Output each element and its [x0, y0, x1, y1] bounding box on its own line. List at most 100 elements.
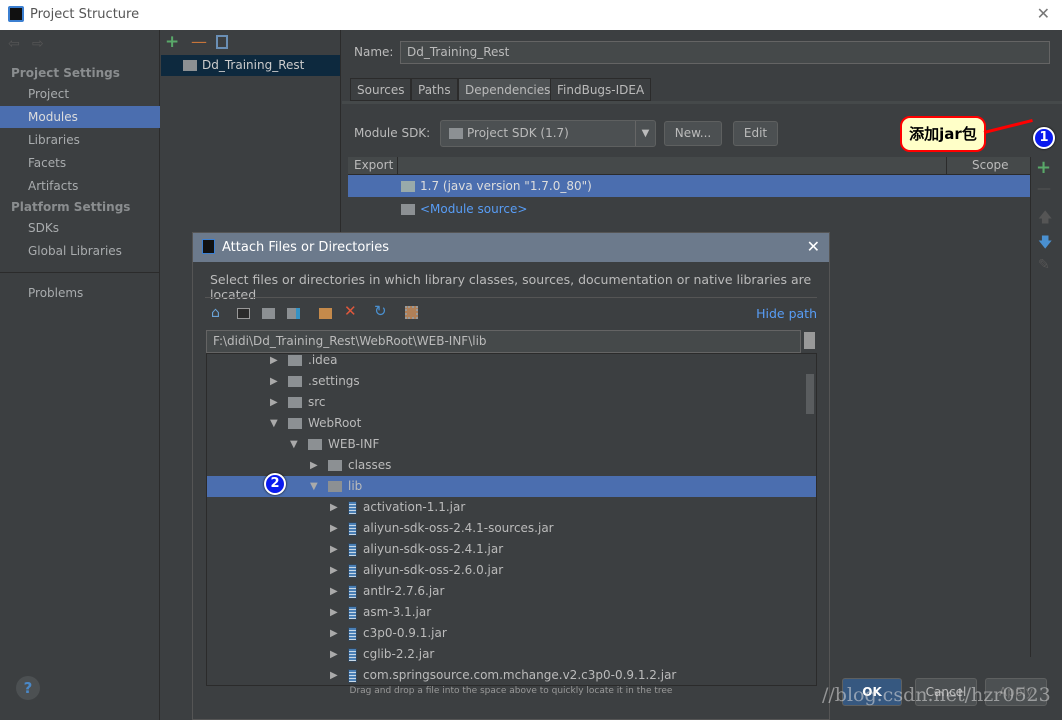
tab-divider	[342, 101, 1062, 104]
add-dependency-icon[interactable]: +	[1036, 157, 1051, 178]
expand-arrow-right-icon[interactable]: ▶	[330, 560, 338, 581]
back-arrow-icon[interactable]: ⇦	[8, 36, 20, 52]
sidebar-item-artifacts[interactable]: Artifacts	[28, 179, 78, 193]
section-project-settings: Project Settings	[11, 66, 120, 80]
folder-icon	[328, 460, 342, 471]
tab-findbugs-idea[interactable]: FindBugs-IDEA	[550, 78, 652, 101]
tree-node-label: com.springsource.com.mchange.v2.c3p0-0.9…	[363, 668, 677, 682]
sidebar-item-sdks[interactable]: SDKs	[28, 221, 59, 235]
module-folder-icon[interactable]	[287, 308, 300, 319]
edit-sdk-button[interactable]: Edit	[733, 121, 778, 146]
expand-arrow-right-icon[interactable]: ▶	[270, 371, 278, 392]
path-input[interactable]: F:\didi\Dd_Training_Rest\WebRoot\WEB-INF…	[206, 330, 801, 353]
expand-arrow-right-icon[interactable]: ▶	[330, 602, 338, 623]
expand-arrow-down-icon[interactable]: ▼	[270, 413, 278, 434]
dialog-close-button[interactable]: ✕	[807, 237, 820, 256]
close-window-button[interactable]: ✕	[1037, 4, 1050, 23]
module-name: Dd_Training_Rest	[202, 58, 305, 72]
section-platform-settings: Platform Settings	[11, 200, 131, 214]
expand-arrow-right-icon[interactable]: ▶	[330, 665, 338, 685]
tab-dependencies[interactable]: Dependencies	[458, 78, 558, 101]
remove-dependency-icon[interactable]: —	[1037, 181, 1051, 197]
jar-icon	[348, 606, 357, 620]
tree-node-label: WebRoot	[308, 416, 362, 430]
drag-drop-hint: Drag and drop a file into the space abov…	[349, 686, 673, 696]
expand-arrow-right-icon[interactable]: ▶	[330, 518, 338, 539]
tree-node[interactable]: ▶ aliyun-sdk-oss-2.6.0.jar	[207, 560, 816, 581]
delete-icon[interactable]: ✕	[344, 302, 357, 320]
edit-pencil-icon[interactable]: ✎	[1038, 257, 1050, 273]
expand-arrow-right-icon[interactable]: ▶	[330, 623, 338, 644]
desktop-icon[interactable]	[237, 308, 250, 319]
module-item[interactable]: Dd_Training_Rest	[161, 55, 340, 76]
sidebar-item-modules[interactable]: Modules	[0, 106, 160, 128]
tree-node[interactable]: ▶ activation-1.1.jar	[207, 497, 816, 518]
col-scope[interactable]: Scope	[972, 158, 1009, 172]
expand-arrow-down-icon[interactable]: ▼	[310, 476, 318, 497]
expand-arrow-right-icon[interactable]: ▶	[330, 581, 338, 602]
copy-icon[interactable]	[216, 35, 228, 49]
tree-node[interactable]: ▶ antlr-2.7.6.jar	[207, 581, 816, 602]
dependency-row[interactable]: 1.7 (java version "1.7.0_80")	[348, 175, 1030, 197]
jar-icon	[348, 648, 357, 662]
project-folder-icon[interactable]	[262, 308, 275, 319]
tree-node[interactable]: ▶ .idea	[207, 354, 816, 371]
expand-arrow-right-icon[interactable]: ▶	[270, 392, 278, 413]
expand-arrow-right-icon[interactable]: ▶	[310, 455, 318, 476]
tree-node[interactable]: ▶ .settings	[207, 371, 816, 392]
expand-arrow-down-icon[interactable]: ▼	[290, 434, 298, 455]
home-icon[interactable]: ⌂	[211, 305, 220, 321]
hide-path-link[interactable]: Hide path	[756, 306, 817, 321]
jar-icon	[348, 543, 357, 557]
tree-node[interactable]: ▼ lib	[207, 476, 816, 497]
sdk-value: Project SDK (1.7)	[467, 126, 569, 140]
tab-paths[interactable]: Paths	[411, 78, 458, 101]
move-up-icon[interactable]: 🡅	[1038, 207, 1052, 231]
add-icon[interactable]: +	[165, 32, 179, 52]
module-name-input[interactable]: Dd_Training_Rest	[400, 41, 1050, 64]
col-export[interactable]: Export	[354, 158, 393, 172]
show-hidden-icon[interactable]	[405, 306, 418, 319]
remove-icon[interactable]: —	[191, 32, 207, 51]
help-button[interactable]: ?	[16, 676, 40, 700]
sidebar-item-project[interactable]: Project	[28, 87, 69, 101]
dependency-label: <Module source>	[420, 202, 528, 216]
folder-icon	[288, 376, 302, 387]
tree-node-label: c3p0-0.9.1.jar	[363, 626, 447, 640]
tab-sources[interactable]: Sources	[350, 78, 412, 101]
tree-node[interactable]: ▶ com.springsource.com.mchange.v2.c3p0-0.…	[207, 665, 816, 685]
sidebar-item-global-libraries[interactable]: Global Libraries	[28, 244, 122, 258]
move-down-icon[interactable]: 🡇	[1038, 232, 1052, 256]
dependency-row[interactable]: <Module source>	[348, 198, 1030, 220]
path-history-icon[interactable]	[804, 332, 815, 349]
tree-node[interactable]: ▶ asm-3.1.jar	[207, 602, 816, 623]
module-folder-icon	[183, 60, 197, 71]
sidebar-item-facets[interactable]: Facets	[28, 156, 66, 170]
tree-node[interactable]: ▼ WebRoot	[207, 413, 816, 434]
expand-arrow-right-icon[interactable]: ▶	[330, 497, 338, 518]
tree-node[interactable]: ▶ aliyun-sdk-oss-2.4.1-sources.jar	[207, 518, 816, 539]
forward-arrow-icon[interactable]: ⇨	[32, 36, 44, 52]
new-sdk-button[interactable]: New...	[664, 121, 722, 146]
tree-node[interactable]: ▶ c3p0-0.9.1.jar	[207, 623, 816, 644]
module-sdk-dropdown[interactable]: Project SDK (1.7) ▼	[440, 120, 656, 147]
sidebar-item-libraries[interactable]: Libraries	[28, 133, 80, 147]
intellij-app-icon	[8, 6, 24, 22]
chevron-down-icon[interactable]: ▼	[635, 121, 655, 146]
jar-icon	[348, 522, 357, 536]
expand-arrow-right-icon[interactable]: ▶	[330, 539, 338, 560]
tree-node[interactable]: ▶ src	[207, 392, 816, 413]
expand-arrow-right-icon[interactable]: ▶	[330, 644, 338, 665]
tree-node[interactable]: ▼ WEB-INF	[207, 434, 816, 455]
tree-node[interactable]: ▶ classes	[207, 455, 816, 476]
expand-arrow-right-icon[interactable]: ▶	[270, 354, 278, 371]
tree-node[interactable]: ▶ aliyun-sdk-oss-2.4.1.jar	[207, 539, 816, 560]
new-folder-icon[interactable]	[319, 308, 332, 319]
sidebar-item-problems[interactable]: Problems	[28, 286, 83, 300]
refresh-icon[interactable]: ↻	[374, 302, 387, 320]
tree-node-label: src	[308, 395, 326, 409]
tree-scrollbar[interactable]	[806, 374, 814, 414]
tree-node[interactable]: ▶ cglib-2.2.jar	[207, 644, 816, 665]
tree-node-label: cglib-2.2.jar	[363, 647, 435, 661]
folder-icon	[288, 355, 302, 366]
